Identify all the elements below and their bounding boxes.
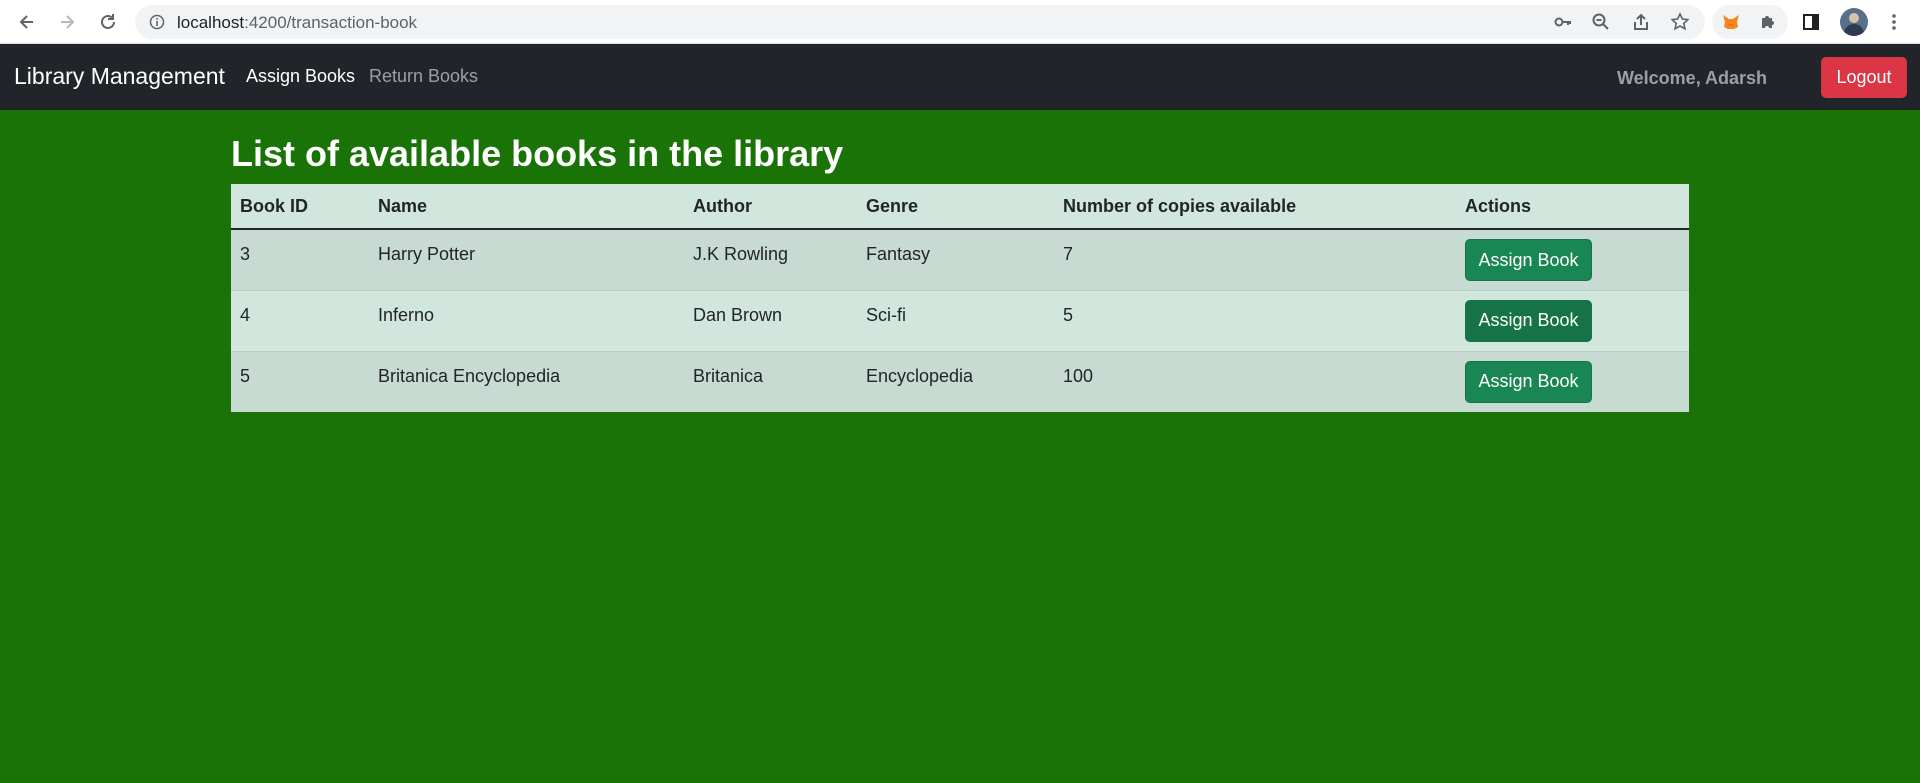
browser-toolbar: localhost:4200/transaction-book bbox=[0, 0, 1920, 44]
table-header-row: Book ID Name Author Genre Number of copi… bbox=[231, 184, 1689, 230]
profile-avatar[interactable] bbox=[1840, 8, 1868, 36]
share-icon[interactable] bbox=[1631, 12, 1651, 32]
table-row: 4 Inferno Dan Brown Sci-fi 5 Assign Book bbox=[231, 290, 1689, 351]
app-navbar: Library Management Assign Books Return B… bbox=[0, 44, 1920, 110]
cell-genre: Sci-fi bbox=[866, 304, 906, 325]
assign-book-button[interactable]: Assign Book bbox=[1465, 360, 1592, 403]
cell-author: Dan Brown bbox=[693, 304, 783, 325]
cell-copies: 7 bbox=[1063, 244, 1074, 264]
table-body: 3 Harry Potter J.K Rowling Fantasy 7 Ass… bbox=[231, 229, 1689, 412]
metamask-fox-icon[interactable] bbox=[1721, 12, 1741, 32]
nav-link-return-books[interactable]: Return Books bbox=[369, 66, 478, 87]
avatar-head bbox=[1849, 13, 1859, 23]
zoom-icon[interactable] bbox=[1591, 12, 1611, 32]
header-actions: Actions bbox=[1456, 184, 1689, 230]
avatar-body bbox=[1844, 24, 1864, 36]
header-author: Author bbox=[684, 184, 857, 230]
address-bar[interactable]: localhost:4200/transaction-book bbox=[135, 5, 1705, 39]
kebab-menu-icon[interactable] bbox=[1884, 12, 1904, 32]
forward-button[interactable] bbox=[51, 6, 83, 38]
header-genre: Genre bbox=[857, 184, 1054, 230]
cell-book-id: 3 bbox=[240, 244, 251, 264]
url-path: :4200/transaction-book bbox=[244, 13, 418, 32]
cell-actions: Assign Book bbox=[1456, 351, 1689, 412]
cell-genre: Fantasy bbox=[866, 244, 931, 264]
reload-button[interactable] bbox=[92, 6, 124, 38]
welcome-text: Welcome, Adarsh bbox=[1617, 68, 1768, 88]
cell-book-id: 5 bbox=[240, 365, 251, 386]
cell-author: Britanica bbox=[693, 365, 764, 386]
cell-actions: Assign Book bbox=[1456, 229, 1689, 290]
cell-copies: 100 bbox=[1063, 365, 1094, 386]
side-panel-icon[interactable] bbox=[1801, 12, 1821, 32]
cell-author: J.K Rowling bbox=[693, 244, 789, 264]
assign-book-button[interactable]: Assign Book bbox=[1465, 299, 1592, 342]
cell-name: Britanica Encyclopedia bbox=[378, 365, 561, 386]
header-copies: Number of copies available bbox=[1054, 184, 1456, 230]
url-host: localhost bbox=[177, 13, 245, 32]
bookmark-star-icon[interactable] bbox=[1670, 12, 1690, 32]
brand-title[interactable]: Library Management bbox=[14, 63, 225, 90]
forward-arrow-icon bbox=[61, 15, 75, 29]
assign-book-button[interactable]: Assign Book bbox=[1465, 239, 1592, 281]
logout-button[interactable]: Logout bbox=[1821, 57, 1907, 98]
reload-icon bbox=[101, 14, 115, 29]
page-title: List of available books in the library bbox=[231, 133, 844, 174]
site-info-icon[interactable] bbox=[149, 14, 165, 30]
cell-actions: Assign Book bbox=[1456, 290, 1689, 351]
back-button[interactable] bbox=[11, 6, 43, 38]
back-arrow-icon bbox=[19, 15, 33, 29]
cell-book-id: 4 bbox=[240, 304, 251, 325]
books-table-container: Book ID Name Author Genre Number of copi… bbox=[231, 184, 1689, 412]
cell-genre: Encyclopedia bbox=[866, 365, 974, 386]
nav-link-assign-books[interactable]: Assign Books bbox=[246, 66, 355, 87]
extensions-group bbox=[1712, 5, 1788, 39]
books-table: Book ID Name Author Genre Number of copi… bbox=[231, 184, 1689, 412]
header-name: Name bbox=[369, 184, 684, 230]
table-row: 5 Britanica Encyclopedia Britanica Encyc… bbox=[231, 351, 1689, 412]
table-header: Book ID Name Author Genre Number of copi… bbox=[231, 184, 1689, 230]
key-icon[interactable] bbox=[1553, 12, 1573, 32]
cell-name: Inferno bbox=[378, 304, 435, 325]
cell-name: Harry Potter bbox=[378, 244, 476, 264]
table-row: 3 Harry Potter J.K Rowling Fantasy 7 Ass… bbox=[231, 229, 1689, 290]
header-book-id: Book ID bbox=[231, 184, 369, 230]
extensions-puzzle-icon[interactable] bbox=[1758, 12, 1778, 32]
url-text[interactable]: localhost:4200/transaction-book bbox=[177, 13, 417, 33]
cell-copies: 5 bbox=[1063, 304, 1074, 325]
